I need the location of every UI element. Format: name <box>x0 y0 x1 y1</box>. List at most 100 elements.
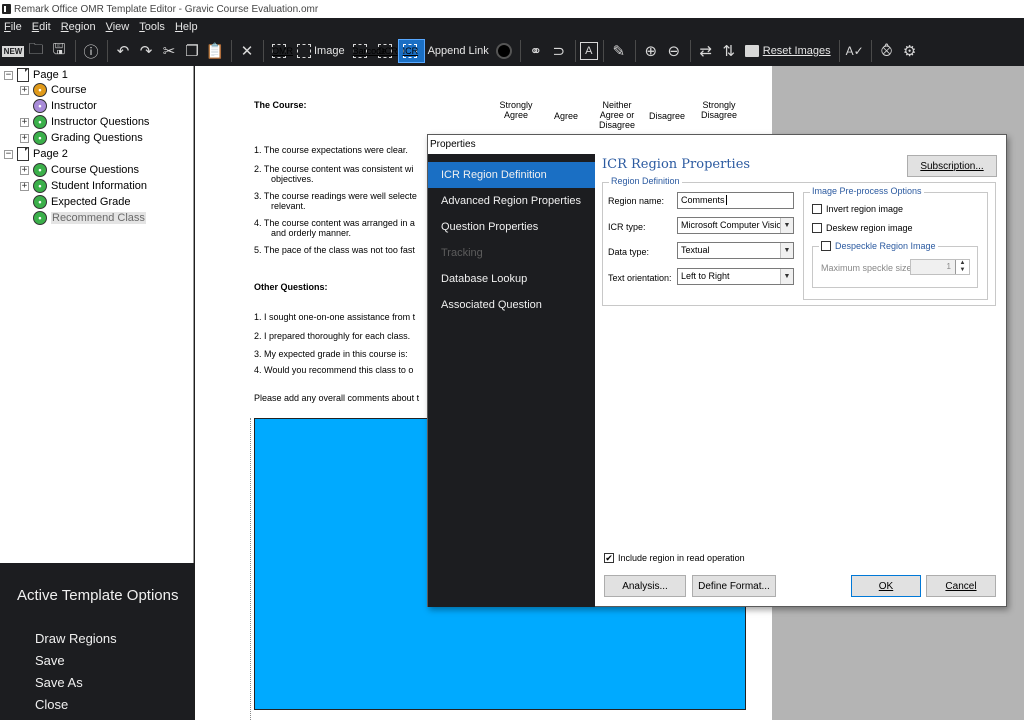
text-box-icon[interactable]: A <box>579 42 598 60</box>
open-folder-icon[interactable]: 🗀 <box>25 40 47 62</box>
delete-icon[interactable]: ✕ <box>236 40 258 62</box>
collapse-icon[interactable]: − <box>4 149 13 159</box>
cut-icon[interactable]: ✂ <box>158 40 180 62</box>
reset-images-button[interactable]: Reset Images <box>741 40 835 62</box>
course-question-2-cont: objectives. <box>271 174 314 184</box>
image-region-button[interactable]: Image <box>293 40 349 62</box>
tree-item-student-information[interactable]: + • Student Information <box>20 178 147 194</box>
info-icon[interactable]: ⓘ <box>80 40 102 62</box>
tree-item-page-2[interactable]: − Page 2 <box>4 146 68 162</box>
tree-item-expected-grade[interactable]: • Expected Grade <box>20 194 131 210</box>
toolbar-separator <box>75 40 76 62</box>
tree-item-instructor-questions[interactable]: + • Instructor Questions <box>20 114 149 130</box>
col-disagree: Disagree <box>648 111 686 121</box>
swap-vertical-icon[interactable]: ⇅ <box>718 40 740 62</box>
icr-type-select[interactable]: Microsoft Computer Vision ▼ <box>677 217 794 234</box>
omr-region-button[interactable]: OMR <box>268 40 293 62</box>
comments-prompt: Please add any overall comments about t <box>254 393 420 403</box>
barcode-region-button[interactable]: Barcode <box>349 40 386 62</box>
nav-advanced-region-properties[interactable]: Advanced Region Properties <box>428 188 595 214</box>
collapse-icon[interactable]: − <box>4 70 13 80</box>
zoom-in-icon[interactable]: ⊕ <box>640 40 662 62</box>
tree-item-course[interactable]: + • Course <box>20 82 86 98</box>
expand-icon[interactable]: + <box>20 85 29 95</box>
redo-icon[interactable]: ↷ <box>135 40 157 62</box>
expand-icon[interactable]: + <box>20 165 29 175</box>
scanner-icon[interactable]: ⨶ <box>876 40 898 62</box>
question-icon: • <box>33 115 47 129</box>
spell-check-icon[interactable]: A✓ <box>844 40 866 62</box>
question-icon: • <box>33 131 47 145</box>
data-type-select[interactable]: Textual ▼ <box>677 242 794 259</box>
app-icon <box>2 4 11 14</box>
new-icon[interactable]: NEW <box>1 40 25 62</box>
expand-icon[interactable]: + <box>20 117 29 127</box>
region-name-input[interactable]: Comments <box>677 192 794 209</box>
nav-icr-region-definition[interactable]: ICR Region Definition <box>428 162 595 188</box>
preprocess-options-title: Image Pre-process Options <box>810 186 924 196</box>
toolbar-separator <box>519 40 521 62</box>
col-agree: Agree <box>553 111 579 121</box>
col-strongly-agree: Strongly Agree <box>499 100 533 120</box>
undo-icon[interactable]: ↶ <box>112 40 134 62</box>
menu-help[interactable]: Help <box>175 21 198 33</box>
save-link[interactable]: Save <box>35 653 65 668</box>
toolbar-separator <box>634 40 636 62</box>
menu-file[interactable]: File <box>4 21 22 33</box>
tree-item-page-1[interactable]: − Page 1 <box>4 67 68 83</box>
unlink-icon[interactable]: ⊃ <box>548 40 570 62</box>
tree-item-recommend-class[interactable]: • Recommend Class <box>20 210 146 226</box>
copy-icon[interactable]: ❐ <box>181 40 203 62</box>
ok-button[interactable]: OK <box>851 575 921 597</box>
question-icon: • <box>33 179 47 193</box>
paste-icon[interactable]: 📋 <box>204 40 226 62</box>
deskew-region-checkbox[interactable]: Deskew region image <box>812 223 913 233</box>
properties-dialog: Properties ICR Region Definition Advance… <box>427 134 1007 607</box>
chevron-down-icon: ▼ <box>780 269 793 284</box>
close-link[interactable]: Close <box>35 697 68 712</box>
define-format-button[interactable]: Define Format... <box>692 575 776 597</box>
analysis-button[interactable]: Analysis... <box>604 575 686 597</box>
toolbar-separator <box>689 40 691 62</box>
draw-regions-link[interactable]: Draw Regions <box>35 631 117 646</box>
save-as-link[interactable]: Save As <box>35 675 83 690</box>
swap-horizontal-icon[interactable]: ⇄ <box>695 40 717 62</box>
dialog-title: Properties <box>430 139 476 150</box>
menu-view[interactable]: View <box>106 21 130 33</box>
icr-region-button[interactable]: ICR <box>397 39 425 63</box>
cancel-button[interactable]: Cancel <box>926 575 996 597</box>
tree-item-instructor[interactable]: • Instructor <box>20 98 97 114</box>
spinner-arrows-icon[interactable]: ▲ ▼ <box>955 260 969 274</box>
nav-database-lookup[interactable]: Database Lookup <box>428 266 595 292</box>
gear-icon[interactable]: ⚙ <box>899 40 921 62</box>
text-orientation-select[interactable]: Left to Right ▼ <box>677 268 794 285</box>
ocr-region-button[interactable]: OCR <box>374 40 399 62</box>
properties-body: ICR Region Properties Subscription... Re… <box>595 154 1006 606</box>
record-icon[interactable] <box>493 40 515 62</box>
tree-item-grading-questions[interactable]: + • Grading Questions <box>20 130 143 146</box>
include-region-checkbox[interactable]: ✔ Include region in read operation <box>604 553 745 563</box>
expand-icon[interactable]: + <box>20 181 29 191</box>
append-link-button[interactable]: Append Link <box>424 40 493 62</box>
course-heading: The Course: <box>254 100 307 110</box>
save-icon[interactable]: 🖫 <box>48 40 70 62</box>
properties-heading: ICR Region Properties <box>602 157 751 172</box>
nav-associated-question[interactable]: Associated Question <box>428 292 595 318</box>
menu-region[interactable]: Region <box>61 21 96 33</box>
zoom-out-icon[interactable]: ⊖ <box>663 40 685 62</box>
other-question-2: 2. I prepared thoroughly for each class. <box>254 331 411 341</box>
subscription-button[interactable]: Subscription... <box>907 155 997 177</box>
invert-region-checkbox[interactable]: Invert region image <box>812 204 903 214</box>
course-question-5: 5. The pace of the class was not too fas… <box>254 245 415 255</box>
tree-item-course-questions[interactable]: + • Course Questions <box>20 162 139 178</box>
icr-type-label: ICR type: <box>608 222 646 232</box>
menu-tools[interactable]: Tools <box>139 21 165 33</box>
link-icon[interactable]: ⚭ <box>525 40 547 62</box>
menu-edit[interactable]: Edit <box>32 21 51 33</box>
expand-icon[interactable]: + <box>20 133 29 143</box>
col-strongly-disagree: Strongly Disagree <box>700 100 738 120</box>
speckle-size-spinner[interactable]: 1 ▲ ▼ <box>910 259 970 275</box>
nav-question-properties[interactable]: Question Properties <box>428 214 595 240</box>
pen-icon[interactable]: ✎ <box>608 40 630 62</box>
despeckle-checkbox[interactable]: Despeckle Region Image <box>819 241 938 251</box>
